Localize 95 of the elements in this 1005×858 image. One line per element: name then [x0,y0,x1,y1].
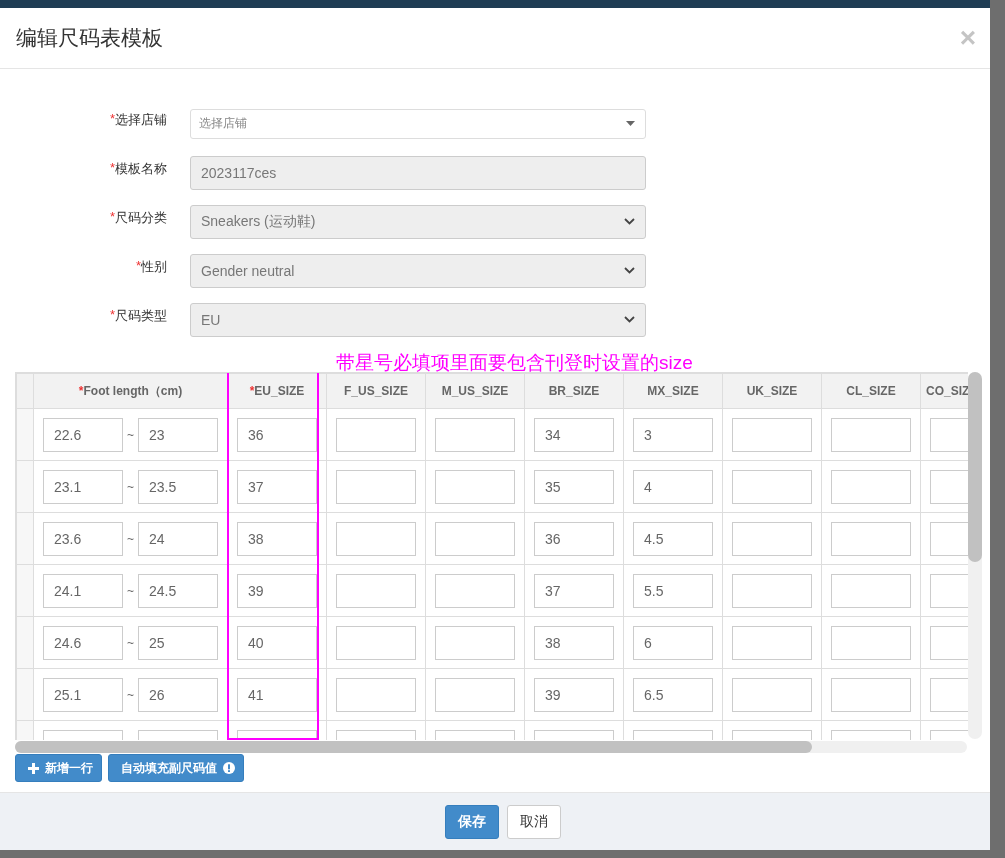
input-field[interactable] [336,625,416,660]
input-field[interactable]: 36 [237,417,317,452]
input-field[interactable]: 6 [633,625,713,660]
input-field[interactable]: 40 [237,625,317,660]
input-field[interactable]: 4.5 [633,521,713,556]
column-header: BR_SIZE [548,384,600,398]
required-mark: * [109,208,115,226]
input-field[interactable]: 37 [237,469,317,504]
input-field[interactable] [732,573,812,608]
column-header: MX_SIZE [647,384,699,398]
input-field[interactable]: 4 [633,469,713,504]
input-field[interactable]: 24.6 [43,625,123,660]
input-field[interactable] [435,573,515,608]
input-field[interactable] [732,469,812,504]
input-field[interactable] [435,625,515,660]
range-separator: ~ [127,427,134,442]
required-mark: * [109,306,115,324]
range-separator: ~ [127,479,134,494]
input-field[interactable] [435,521,515,556]
input-field[interactable] [336,469,416,504]
range-separator: ~ [127,583,134,598]
input-field[interactable] [732,677,812,712]
input-field[interactable] [831,625,911,660]
input-field[interactable] [732,625,812,660]
field-label: 选择店铺 [115,110,167,129]
column-header: F_US_SIZE [344,384,408,398]
required-mark: * [135,257,141,275]
required-mark: * [249,384,255,398]
cancel-button[interactable]: 取消 [506,804,561,839]
input-field[interactable]: 39 [534,677,614,712]
input-field[interactable]: 24.1 [43,573,123,608]
input-field[interactable] [831,469,911,504]
chevron-icon [624,316,635,323]
input-field[interactable]: 24 [138,521,218,556]
scrollbar[interactable] [15,741,967,753]
input-field[interactable] [336,417,416,452]
column-header: UK_SIZE [746,384,798,398]
input-field[interactable] [732,417,812,452]
input-field[interactable]: 26 [138,677,218,712]
input-field[interactable]: 39 [237,573,317,608]
input-field[interactable]: 38 [534,625,614,660]
input-field[interactable]: 23 [138,417,218,452]
field-label: 尺码分类 [115,208,167,227]
input-field[interactable] [435,469,515,504]
input-field[interactable]: 25 [138,625,218,660]
required-mark: * [109,159,115,177]
input-field[interactable]: 25.1 [43,677,123,712]
save-button[interactable]: 保存 [444,804,499,839]
shop-dropdown[interactable]: 选择店铺 [190,108,646,139]
input-field[interactable] [831,417,911,452]
annotation-text: 带星号必填项里面要包含刊登时设置的size [336,351,693,375]
input-field[interactable] [831,573,911,608]
autofill-button[interactable]: 自动填充副尺码值 [108,754,244,782]
field-label: 模板名称 [115,159,167,178]
input-field[interactable]: 5.5 [633,573,713,608]
input-field[interactable]: 35 [534,469,614,504]
input-field[interactable] [732,521,812,556]
chevron-icon [624,218,635,225]
input-field[interactable]: 36 [534,521,614,556]
exclamation-circle-icon [223,762,235,774]
input-field[interactable] [831,677,911,712]
input-field[interactable]: 3 [633,417,713,452]
input-field[interactable]: 38 [237,521,317,556]
input-field[interactable]: 23.5 [138,469,218,504]
column-header: EU_SIZE [254,384,305,398]
input-field[interactable] [435,677,515,712]
dialog-title: 编辑尺码表模板 [16,25,163,51]
field-label: 尺码类型 [115,306,167,325]
field-label: 性别 [141,257,167,276]
range-separator: ~ [127,531,134,546]
column-header: M_US_SIZE [441,384,509,398]
input-field[interactable] [336,677,416,712]
add-row-button[interactable]: 新增一行 [15,754,102,782]
input-field[interactable] [831,521,911,556]
input-field[interactable] [435,417,515,452]
plus-icon [28,762,39,774]
required-mark: * [78,383,84,398]
scrollbar[interactable] [968,372,982,739]
input-field[interactable] [336,573,416,608]
chevron-icon [624,267,635,274]
input-field[interactable]: 23.6 [43,521,123,556]
input-field[interactable]: 24.5 [138,573,218,608]
input-field[interactable]: 34 [534,417,614,452]
input-field[interactable]: 41 [237,677,317,712]
range-separator: ~ [127,635,134,650]
input-field[interactable]: 37 [534,573,614,608]
input-field[interactable]: 22.6 [43,417,123,452]
range-separator: ~ [127,687,134,702]
caret-icon [626,121,635,126]
required-mark: * [109,110,115,128]
input-field[interactable]: 6.5 [633,677,713,712]
input-field[interactable]: 23.1 [43,469,123,504]
column-header: CL_SIZE [846,384,896,398]
input-field[interactable] [336,521,416,556]
column-header: Foot length（cm) [83,383,183,398]
